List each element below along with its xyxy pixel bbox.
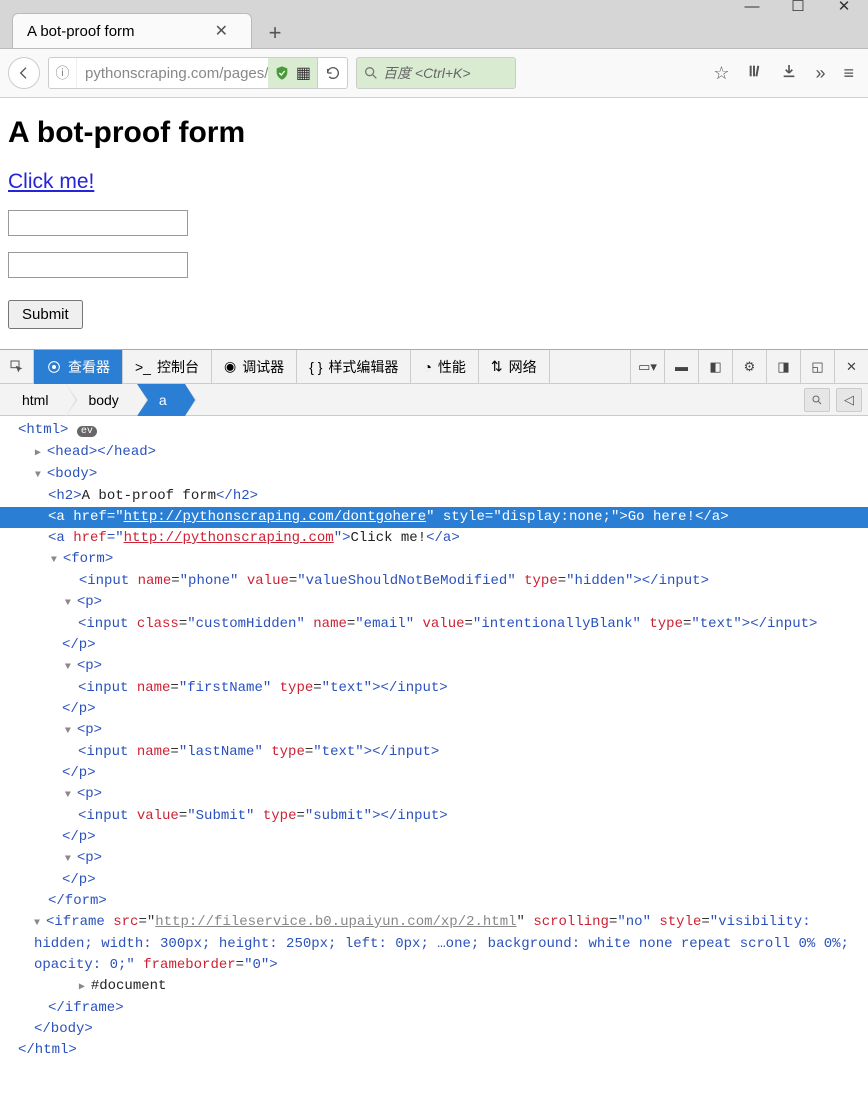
tab-performance[interactable]: ◔ 性能	[411, 350, 478, 384]
dom-tree[interactable]: <html> ev <head></head> <body> <h2>A bot…	[0, 416, 868, 1081]
devtools-panel-toggle[interactable]: ◁	[836, 388, 862, 412]
devtools-close-icon[interactable]: ✕	[834, 350, 868, 384]
dom-node[interactable]: </p>	[0, 827, 868, 848]
toolbar-right: ☆ » ≡	[713, 63, 860, 84]
inspector-icon	[46, 359, 62, 375]
browser-chrome: — ☐ ✕ A bot-proof form ✕ + ⓘ pythonscrap…	[0, 0, 868, 98]
dom-node[interactable]: </iframe>	[0, 998, 868, 1019]
dom-node[interactable]: <head></head>	[0, 442, 868, 464]
dom-node[interactable]: </p>	[0, 763, 868, 784]
tab-strip: A bot-proof form ✕ +	[0, 12, 868, 48]
dom-node[interactable]: <input name="phone" value="valueShouldNo…	[0, 571, 868, 592]
event-badge: ev	[77, 426, 97, 437]
browser-tab[interactable]: A bot-proof form ✕	[12, 13, 252, 48]
devtools-search-button[interactable]	[804, 388, 830, 412]
dom-node[interactable]: </form>	[0, 891, 868, 912]
tab-style-editor[interactable]: { } 样式编辑器	[297, 350, 411, 384]
shield-icon	[274, 65, 290, 81]
overflow-icon[interactable]: »	[815, 63, 825, 84]
style-icon: { }	[309, 359, 322, 375]
dom-node[interactable]: <a href="http://pythonscraping.com">Clic…	[0, 528, 868, 549]
element-picker-button[interactable]	[0, 350, 34, 384]
dom-node[interactable]: <h2>A bot-proof form</h2>	[0, 486, 868, 507]
debugger-icon: ◉	[224, 358, 236, 375]
url-text: pythonscraping.com/pages/itsa	[77, 65, 268, 82]
dom-node[interactable]: </html>	[0, 1040, 868, 1061]
tab-debugger[interactable]: ◉ 调试器	[212, 350, 297, 384]
dom-node[interactable]: </p>	[0, 870, 868, 891]
breadcrumb: html body a ◁	[0, 384, 868, 416]
arrow-left-icon	[16, 65, 32, 81]
dom-node[interactable]: </p>	[0, 699, 868, 720]
search-placeholder: 百度 <Ctrl+K>	[383, 63, 471, 83]
screenshot-icon[interactable]: ▬	[664, 350, 698, 384]
picker-icon	[9, 359, 25, 375]
tab-console[interactable]: >_ 控制台	[123, 350, 212, 384]
search-box[interactable]: 百度 <Ctrl+K>	[356, 57, 516, 89]
dom-node[interactable]: <form>	[0, 549, 868, 571]
download-icon[interactable]	[781, 63, 797, 84]
dom-node[interactable]: <p>	[0, 720, 868, 742]
dock-side-icon[interactable]: ◨	[766, 350, 800, 384]
titlebar: — ☐ ✕	[0, 0, 868, 12]
tab-network[interactable]: ⇅ 网络	[479, 350, 550, 384]
tab-inspector[interactable]: 查看器	[34, 350, 123, 384]
window-minimize-icon[interactable]: —	[744, 0, 760, 14]
page-content: A bot-proof form Click me!	[0, 98, 868, 349]
search-icon	[811, 394, 823, 406]
dom-node[interactable]: <p>	[0, 592, 868, 614]
performance-icon: ◔	[423, 359, 431, 375]
dom-node[interactable]: <p>	[0, 784, 868, 806]
dom-node-selected[interactable]: <a href="http://pythonscraping.com/dontg…	[0, 507, 868, 528]
lastname-input[interactable]	[8, 252, 188, 278]
dom-node[interactable]: </body>	[0, 1019, 868, 1040]
library-icon[interactable]	[747, 63, 763, 84]
address-bar[interactable]: ⓘ pythonscraping.com/pages/itsa ▦	[48, 57, 348, 89]
network-icon: ⇅	[491, 358, 503, 375]
firstname-input[interactable]	[8, 210, 188, 236]
dom-node[interactable]: <html> ev	[0, 420, 868, 442]
dom-node[interactable]: <input value="Submit" type="submit"></in…	[0, 806, 868, 827]
security-indicator: ▦	[268, 58, 317, 88]
dom-node[interactable]: <p>	[0, 848, 868, 870]
console-icon: >_	[135, 359, 151, 375]
bookmark-icon[interactable]: ☆	[713, 63, 729, 84]
toggle-split-icon[interactable]: ◧	[698, 350, 732, 384]
qr-icon[interactable]: ▦	[296, 63, 311, 83]
back-button[interactable]	[8, 57, 40, 89]
site-info-icon[interactable]: ⓘ	[49, 58, 77, 88]
dom-node[interactable]: <body>	[0, 464, 868, 486]
devtools-tabs: 查看器 >_ 控制台 ◉ 调试器 { } 样式编辑器 ◔ 性能 ⇅ 网络 ▭▾ …	[0, 350, 868, 384]
settings-icon[interactable]: ⚙	[732, 350, 766, 384]
responsive-icon[interactable]: ▭▾	[630, 350, 664, 384]
devtools: 查看器 >_ 控制台 ◉ 调试器 { } 样式编辑器 ◔ 性能 ⇅ 网络 ▭▾ …	[0, 349, 868, 1081]
dom-node[interactable]: <input class="customHidden" name="email"…	[0, 614, 868, 635]
menu-icon[interactable]: ≡	[843, 63, 854, 84]
tab-close-icon[interactable]: ✕	[215, 21, 228, 41]
window-close-icon[interactable]: ✕	[836, 0, 852, 14]
dom-node[interactable]: <p>	[0, 656, 868, 678]
dom-node[interactable]: #document	[0, 976, 868, 998]
search-icon	[363, 65, 379, 81]
dom-node[interactable]: <input name="firstName" type="text"></in…	[0, 678, 868, 699]
window-maximize-icon[interactable]: ☐	[790, 0, 806, 14]
dom-node[interactable]: </p>	[0, 635, 868, 656]
reload-button[interactable]	[317, 58, 347, 88]
dom-node[interactable]: <input name="lastName" type="text"></inp…	[0, 742, 868, 763]
reload-icon	[325, 65, 341, 81]
dock-window-icon[interactable]: ◱	[800, 350, 834, 384]
page-heading: A bot-proof form	[8, 116, 860, 150]
tab-title: A bot-proof form	[27, 23, 135, 40]
toolbar: ⓘ pythonscraping.com/pages/itsa ▦ 百度 <Ct…	[0, 48, 868, 98]
dom-node[interactable]: <iframe src="http://fileservice.b0.upaiy…	[0, 912, 868, 976]
new-tab-button[interactable]: +	[260, 18, 290, 48]
submit-button[interactable]	[8, 300, 83, 329]
breadcrumb-html[interactable]: html	[0, 384, 66, 416]
click-me-link[interactable]: Click me!	[8, 170, 94, 193]
